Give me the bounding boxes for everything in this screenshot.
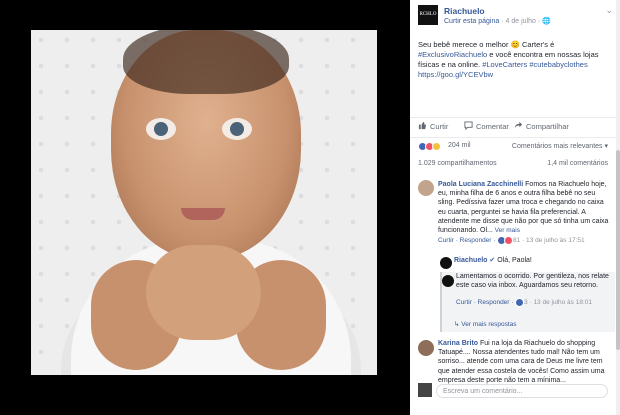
reply-author[interactable]: Riachuelo bbox=[454, 257, 487, 264]
comment-input[interactable]: Escreva um comentário... bbox=[436, 384, 608, 398]
hashtag-exclusivo[interactable]: #ExclusivoRiachuelo bbox=[418, 50, 487, 59]
post-header: RCHLO Riachuelo Curtir esta página · 4 d… bbox=[418, 5, 613, 35]
comments-count[interactable]: 1,4 mil comentários bbox=[547, 160, 608, 167]
reactions-row: 204 mil Comentários mais relevantes ▾ bbox=[410, 137, 616, 153]
comment-icon bbox=[464, 121, 473, 130]
photo-eye-left bbox=[146, 118, 176, 140]
post-side-panel: RCHLO Riachuelo Curtir esta página · 4 d… bbox=[410, 0, 620, 415]
post-date[interactable]: 4 de julho bbox=[506, 18, 536, 25]
comment-sort-dropdown[interactable]: Comentários mais relevantes ▾ bbox=[512, 142, 608, 150]
reaction-count[interactable]: 204 mil bbox=[448, 142, 471, 149]
comment-label: Comentar bbox=[476, 122, 509, 131]
post-photo[interactable] bbox=[31, 30, 377, 375]
chevron-down-icon[interactable]: ⌄ bbox=[605, 5, 613, 16]
more-replies-link[interactable]: ↳ Ver mais respostas bbox=[454, 320, 610, 329]
shares-count[interactable]: 1.029 compartilhamentos bbox=[418, 160, 497, 167]
comment-text: Paola Luciana Zacchinelli Fomos na Riach… bbox=[438, 180, 610, 235]
globe-icon: 🌐 bbox=[542, 18, 551, 25]
post-text: Seu bebê merece o melhor 😊 Carter's é #E… bbox=[418, 40, 608, 80]
comment-reactions-date: 81 · 13 de julho às 17:51 bbox=[511, 237, 585, 245]
avatar[interactable] bbox=[418, 340, 434, 356]
hashtag-lovecarters[interactable]: #LoveCarters bbox=[480, 60, 527, 69]
avatar[interactable] bbox=[440, 257, 452, 269]
reply-greeting: Olá, Paola! bbox=[495, 257, 532, 264]
comment-author[interactable]: Paola Luciana Zacchinelli bbox=[438, 181, 523, 188]
comment-author[interactable]: Karina Brito bbox=[438, 340, 478, 347]
photo-hands bbox=[146, 245, 261, 340]
write-comment-row: Escreva um comentário... bbox=[410, 380, 616, 402]
post-meta: Curtir esta página · 4 de julho · 🌐 bbox=[444, 18, 551, 25]
post-text-intro: Seu bebê merece o melhor 😊 Carter's é bbox=[418, 40, 555, 49]
reply-body: Lamentamos o ocorrido. Por gentileza, no… bbox=[456, 273, 609, 290]
comment-button[interactable]: Comentar bbox=[464, 121, 509, 131]
post-actions: Curtir Comentar Compartilhar bbox=[410, 117, 616, 133]
reply-meta: Curtir · Responder · 3 · 13 de julho às … bbox=[456, 298, 612, 307]
photo-area[interactable] bbox=[0, 0, 410, 415]
like-page-link[interactable]: Curtir esta página bbox=[444, 18, 499, 25]
photo-hair bbox=[123, 30, 289, 94]
post-url-link[interactable]: https://goo.gl/YCEVbw bbox=[418, 70, 493, 79]
comment-text: Karina Brito Fui na loja da Riachuelo do… bbox=[438, 339, 610, 385]
user-avatar[interactable] bbox=[418, 383, 432, 397]
reaction-icons[interactable] bbox=[418, 142, 441, 152]
hashtag-cutebabyclothes[interactable]: #cutebabyclothes bbox=[529, 60, 587, 69]
reply-header: Riachuelo ✔ Olá, Paola! bbox=[454, 256, 612, 265]
comment-actions[interactable]: Curtir · Responder · bbox=[438, 237, 497, 244]
photo-mouth bbox=[181, 208, 225, 220]
more-replies-label: ↳ Ver mais respostas bbox=[454, 321, 517, 328]
share-button[interactable]: Compartilhar bbox=[514, 121, 569, 131]
photo-eye-right bbox=[222, 118, 252, 140]
reply-actions[interactable]: Curtir · Responder · bbox=[456, 299, 515, 306]
reply-reactions-date: 3 · 13 de julho às 18:01 bbox=[522, 299, 592, 307]
like-button[interactable]: Curtir bbox=[418, 121, 448, 131]
like-label: Curtir bbox=[430, 122, 449, 131]
comment-meta: Curtir · Responder · 81 · 13 de julho às… bbox=[438, 236, 610, 245]
avatar[interactable] bbox=[442, 275, 454, 287]
scrollbar-thumb[interactable] bbox=[616, 150, 620, 350]
thumbs-up-icon bbox=[418, 121, 427, 130]
see-more-link[interactable]: Ver mais bbox=[493, 227, 520, 234]
share-label: Compartilhar bbox=[526, 122, 569, 131]
comment-body: Fomos na Riachuelo hoje, eu, minha filha… bbox=[438, 181, 609, 235]
page-avatar[interactable]: RCHLO bbox=[418, 5, 438, 25]
avatar[interactable] bbox=[418, 180, 434, 196]
wow-reaction-icon bbox=[432, 142, 441, 152]
scrollbar[interactable] bbox=[616, 0, 620, 415]
share-icon bbox=[514, 121, 523, 129]
shares-row: 1.029 compartilhamentos 1,4 mil comentár… bbox=[410, 157, 616, 171]
page-name-link[interactable]: Riachuelo bbox=[444, 6, 485, 16]
